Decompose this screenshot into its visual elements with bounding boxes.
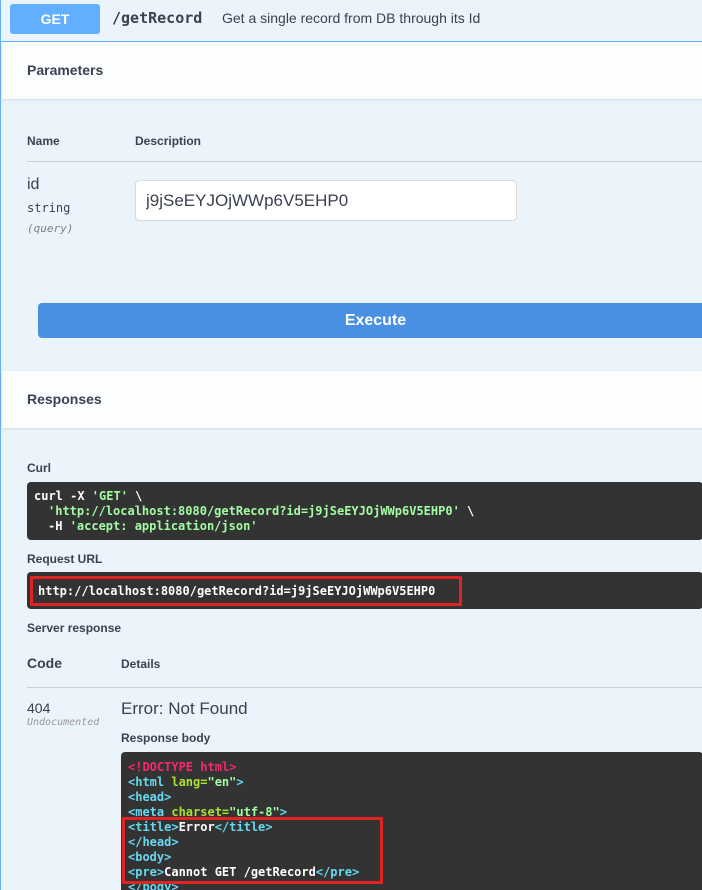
endpoint-description: Get a single record from DB through its … [222,10,481,26]
id-input[interactable] [135,180,517,221]
details-column-header: Details [121,657,161,671]
curl-line-2: 'http://localhost:8080/getRecord?id=j9jS… [48,504,475,518]
highlight-box-response-body [122,817,383,884]
highlight-box-request-url [30,576,462,606]
curl-line-1: curl -X 'GET' \ [34,489,143,503]
curl-block[interactable]: curl -X 'GET' \ 'http://localhost:8080/g… [27,482,702,540]
error-title: Error: Not Found [121,699,248,718]
curl-label: Curl [27,461,51,475]
param-header-divider [27,161,702,162]
responses-header: Responses [2,371,702,428]
execute-button[interactable]: Execute [38,303,702,338]
endpoint-path: /getRecord [112,9,203,27]
request-url-label: Request URL [27,552,103,566]
response-header-divider [27,687,702,688]
responses-title: Responses [27,391,102,407]
code-column-header: Code [27,655,62,671]
body-line-1: <!DOCTYPE html> [128,760,237,774]
param-location: (query) [27,222,74,235]
method-badge: GET [10,4,100,34]
parameters-title: Parameters [27,62,104,78]
status-code: 404 [27,700,51,716]
operation-summary[interactable]: GET /getRecord Get a single record from … [1,0,702,42]
body-line-3: <head> [128,790,172,804]
param-type: string [27,201,71,215]
parameters-header: Parameters [2,42,702,99]
curl-line-3: -H 'accept: application/json' [48,519,258,533]
response-body-label: Response body [121,731,211,745]
server-response-label: Server response [27,621,122,635]
operation-block: GET /getRecord Get a single record from … [0,0,702,890]
param-col-description: Description [135,134,202,148]
body-line-2: <html lang="en"> [128,775,244,789]
status-undocumented: Undocumented [27,717,100,728]
param-name: id [27,176,40,193]
param-col-name: Name [27,134,60,148]
